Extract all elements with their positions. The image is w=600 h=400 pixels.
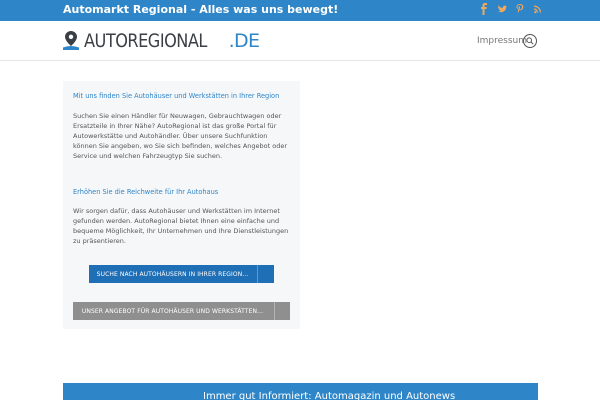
button-arrow-area	[274, 302, 290, 320]
news-banner[interactable]: Immer gut Informiert: Automagazin und Au…	[63, 383, 538, 400]
logo-wordmark: AUTOREGIONAL .DE	[84, 30, 260, 52]
offer-button[interactable]: UNSER ANGEBOT FÜR AUTOHÄUSER UND WERKSTÄ…	[73, 302, 290, 320]
site-logo[interactable]: AUTOREGIONAL .DE	[63, 30, 260, 52]
banner-text: Immer gut Informiert: Automagazin und Au…	[203, 391, 456, 400]
panel-heading-find: Mit uns finden Sie Autohäuser und Werkst…	[73, 92, 280, 100]
search-dealers-button[interactable]: SUCHE NACH AUTOHÄUSERN IN IHRER REGION..…	[89, 265, 274, 283]
rss-icon[interactable]	[534, 3, 542, 15]
site-tagline: Automarkt Regional - Alles was uns beweg…	[63, 3, 339, 16]
offer-label: UNSER ANGEBOT FÜR AUTOHÄUSER UND WERKSTÄ…	[81, 307, 264, 315]
search-button[interactable]	[523, 34, 537, 48]
top-bar: Automarkt Regional - Alles was uns beweg…	[0, 0, 600, 21]
location-pin-icon	[63, 31, 79, 50]
panel-text-reach: Wir sorgen dafür, dass Autohäuser und We…	[73, 207, 289, 245]
info-panel: Mit uns finden Sie Autohäuser und Werkst…	[63, 81, 300, 329]
site-header: AUTOREGIONAL .DE Impressum	[0, 21, 600, 61]
search-dealers-label: SUCHE NACH AUTOHÄUSERN IN IHRER REGION..…	[96, 270, 249, 278]
facebook-icon[interactable]	[480, 3, 488, 15]
logo-suffix: .DE	[228, 30, 260, 52]
button-arrow-area	[257, 265, 274, 283]
panel-heading-reach: Erhöhen Sie die Reichweite für Ihr Autoh…	[73, 188, 219, 196]
social-links	[480, 3, 542, 15]
nav-item-impressum[interactable]: Impressum	[477, 36, 527, 46]
panel-text-find: Suchen Sie einen Händler für Neuwagen, G…	[73, 112, 288, 160]
twitter-icon[interactable]	[498, 3, 507, 15]
search-icon	[526, 37, 534, 45]
pinterest-icon[interactable]	[516, 3, 524, 15]
